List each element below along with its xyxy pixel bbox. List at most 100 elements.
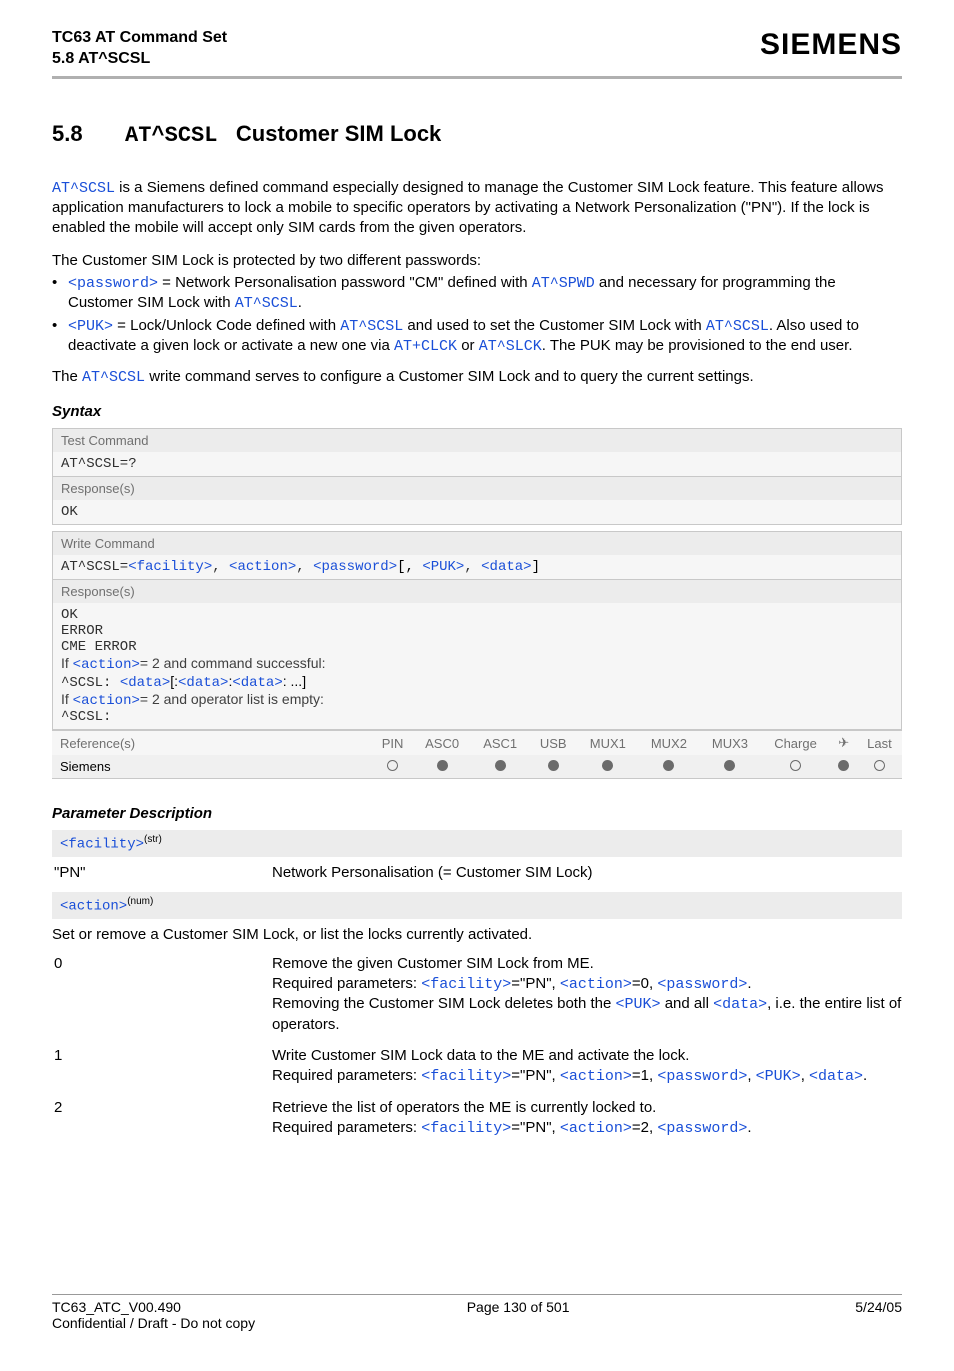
page-header: TC63 AT Command Set 5.8 AT^SCSL SIEMENS — [52, 28, 902, 70]
param-link-facility[interactable]: <facility> — [128, 559, 212, 575]
param-header-action: <action>(num) — [52, 892, 902, 919]
test-command: AT^SCSL=? — [61, 456, 893, 472]
response-if-success: If <action>= 2 and command successful: — [61, 655, 893, 673]
col-last: Last — [857, 731, 902, 756]
param-key: 0 — [52, 954, 272, 1034]
syntax-box-write: Write Command AT^SCSL=<facility>, <actio… — [52, 531, 902, 730]
param-link-puk[interactable]: <PUK> — [68, 318, 113, 335]
header-title-block: TC63 AT Command Set 5.8 AT^SCSL — [52, 28, 227, 70]
response-ok: OK — [61, 607, 893, 623]
test-command-label: Test Command — [53, 429, 901, 452]
param-row-action-1: 1 Write Customer SIM Lock data to the ME… — [52, 1040, 902, 1092]
bullet-password: <password> = Network Personalisation pas… — [52, 273, 902, 314]
cmd-link-at-scsl[interactable]: AT^SCSL — [235, 295, 298, 312]
cmd-link-at-scsl[interactable]: AT^SCSL — [340, 318, 403, 335]
cmd-link-at-clck[interactable]: AT+CLCK — [394, 338, 457, 355]
col-airplane-icon: ✈ — [831, 731, 857, 756]
param-value: Retrieve the list of operators the ME is… — [272, 1098, 902, 1138]
param-link-puk[interactable]: <PUK> — [422, 559, 464, 575]
write-cmd-intro: The AT^SCSL write command serves to conf… — [52, 367, 902, 388]
param-link-action[interactable]: <action> — [73, 657, 140, 673]
dot-icon — [602, 760, 613, 771]
syntax-heading: Syntax — [52, 403, 902, 420]
footer-confidential: Confidential / Draft - Do not copy — [52, 1315, 902, 1331]
footer-divider — [52, 1294, 902, 1295]
param-link-data[interactable]: <data> — [120, 675, 170, 691]
protected-intro: The Customer SIM Lock is protected by tw… — [52, 251, 902, 271]
cmd-link-at-slck[interactable]: AT^SLCK — [479, 338, 542, 355]
write-command: AT^SCSL=<facility>, <action>, <password>… — [61, 559, 893, 575]
col-charge: Charge — [760, 731, 830, 756]
col-mux2: MUX2 — [638, 731, 699, 756]
footer-doc-id: TC63_ATC_V00.490 — [52, 1299, 181, 1315]
param-link-facility[interactable]: <facility> — [60, 837, 144, 853]
param-link-data[interactable]: <data> — [232, 675, 282, 691]
response-if-empty: If <action>= 2 and operator list is empt… — [61, 691, 893, 709]
cmd-link-at-spwd[interactable]: AT^SPWD — [532, 275, 595, 292]
brand-logo: SIEMENS — [760, 28, 902, 62]
header-divider — [52, 76, 902, 79]
write-command-label: Write Command — [53, 532, 901, 555]
param-link-action[interactable]: <action> — [560, 1120, 632, 1137]
param-link-password[interactable]: <password> — [657, 976, 747, 993]
param-header-facility: <facility>(str) — [52, 830, 902, 857]
param-link-puk[interactable]: <PUK> — [616, 996, 661, 1013]
password-bullet-list: <password> = Network Personalisation pas… — [52, 273, 902, 357]
param-link-action[interactable]: <action> — [560, 976, 632, 993]
param-key: "PN" — [52, 863, 272, 883]
dot-icon — [387, 760, 398, 771]
dot-icon — [874, 760, 885, 771]
write-responses: OK ERROR CME ERROR If <action>= 2 and co… — [53, 603, 901, 729]
col-asc1: ASC1 — [471, 731, 529, 756]
cmd-link-at-scsl[interactable]: AT^SCSL — [52, 180, 115, 197]
document-page: TC63 AT Command Set 5.8 AT^SCSL SIEMENS … — [0, 0, 954, 1371]
dot-icon — [724, 760, 735, 771]
response-error: ERROR — [61, 623, 893, 639]
cmd-link-at-scsl[interactable]: AT^SCSL — [706, 318, 769, 335]
param-link-facility[interactable]: <facility> — [421, 976, 511, 993]
cmd-link-at-scsl[interactable]: AT^SCSL — [82, 369, 145, 386]
intro-paragraph: AT^SCSL is a Siemens defined command esp… — [52, 178, 902, 238]
action-intro: Set or remove a Customer SIM Lock, or li… — [52, 925, 902, 945]
param-link-password[interactable]: <password> — [68, 275, 158, 292]
param-link-action[interactable]: <action> — [73, 693, 140, 709]
ref-label: Siemens — [52, 755, 372, 779]
col-mux3: MUX3 — [699, 731, 760, 756]
param-link-data[interactable]: <data> — [481, 559, 531, 575]
reference-row-siemens: Siemens — [52, 755, 902, 779]
param-link-password[interactable]: <password> — [657, 1120, 747, 1137]
section-heading: 5.8 AT^SCSL Customer SIM Lock — [52, 121, 902, 148]
param-link-puk[interactable]: <PUK> — [756, 1068, 801, 1085]
param-link-password[interactable]: <password> — [657, 1068, 747, 1085]
param-key: 1 — [52, 1046, 272, 1086]
param-link-data[interactable]: <data> — [178, 675, 228, 691]
header-title-line1: TC63 AT Command Set — [52, 28, 227, 49]
response-scsl-data: ^SCSL: <data>[:<data>:<data>: ...] — [61, 673, 893, 691]
response-ok: OK — [61, 504, 893, 520]
parameter-description-heading: Parameter Description — [52, 805, 902, 822]
reference-header-row: Reference(s) PIN ASC0 ASC1 USB MUX1 MUX2… — [52, 731, 902, 756]
param-link-facility[interactable]: <facility> — [421, 1068, 511, 1085]
param-link-data[interactable]: <data> — [809, 1068, 863, 1085]
param-link-action[interactable]: <action> — [229, 559, 296, 575]
dot-icon — [663, 760, 674, 771]
dot-icon — [437, 760, 448, 771]
param-value: Remove the given Customer SIM Lock from … — [272, 954, 902, 1034]
col-pin: PIN — [372, 731, 413, 756]
param-link-data[interactable]: <data> — [713, 996, 767, 1013]
section-title: Customer SIM Lock — [236, 121, 441, 146]
param-value: Network Personalisation (= Customer SIM … — [272, 863, 902, 883]
footer-date: 5/24/05 — [855, 1299, 902, 1315]
param-link-facility[interactable]: <facility> — [421, 1120, 511, 1137]
section-command: AT^SCSL — [125, 123, 217, 148]
section-number: 5.8 — [52, 121, 83, 147]
param-link-action[interactable]: <action> — [60, 899, 127, 915]
responses-label: Response(s) — [53, 579, 901, 603]
param-row-pn: "PN" Network Personalisation (= Customer… — [52, 857, 902, 889]
param-link-action[interactable]: <action> — [560, 1068, 632, 1085]
syntax-box-test: Test Command AT^SCSL=? Response(s) OK — [52, 428, 902, 525]
responses-label: Response(s) — [53, 476, 901, 500]
reference-table: Reference(s) PIN ASC0 ASC1 USB MUX1 MUX2… — [52, 730, 902, 779]
param-link-password[interactable]: <password> — [313, 559, 397, 575]
dot-icon — [838, 760, 849, 771]
